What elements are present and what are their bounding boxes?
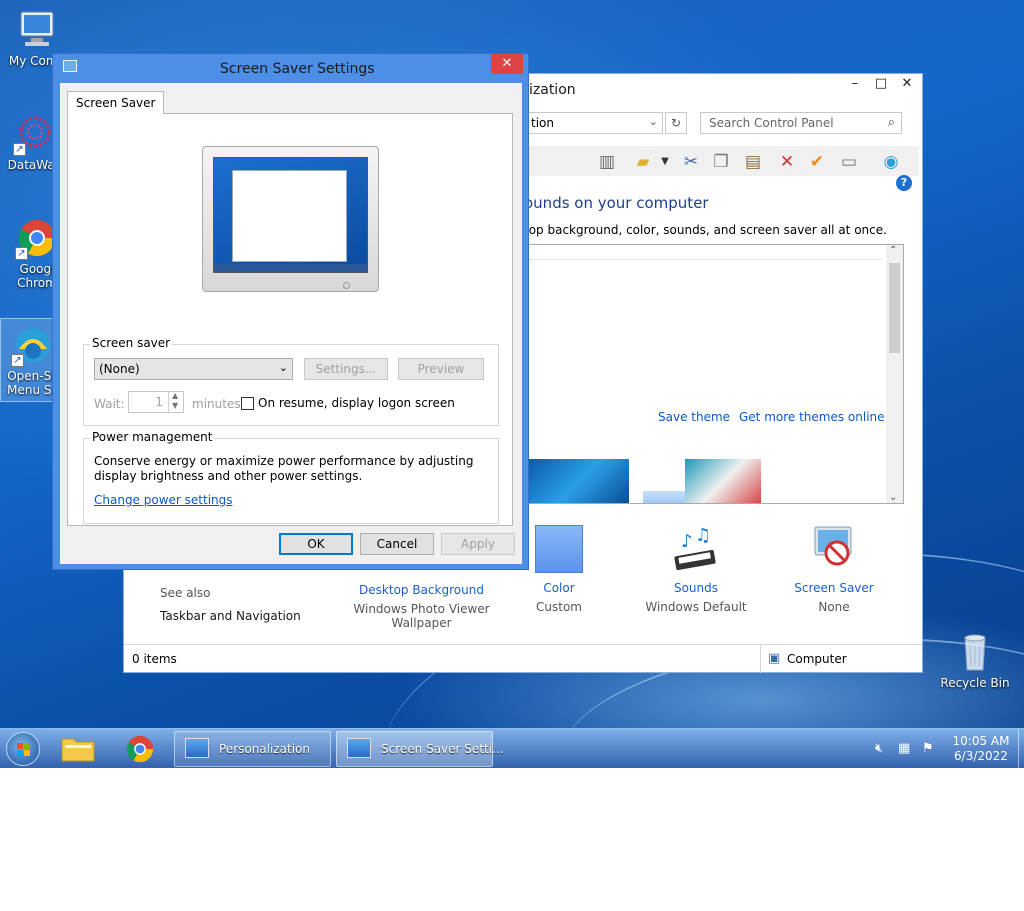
- sounds-icon: ♪ ♫: [674, 525, 716, 571]
- delete-icon[interactable]: ✕: [776, 151, 798, 173]
- computer-icon: [20, 11, 54, 46]
- stepper-down-icon[interactable]: ▼: [172, 401, 178, 410]
- show-desktop-button[interactable]: [1018, 729, 1024, 769]
- save-theme-link[interactable]: Save theme: [658, 410, 730, 424]
- theme-thumbnail[interactable]: [529, 459, 629, 503]
- cut-icon[interactable]: ✂: [680, 151, 702, 173]
- checkmark-icon[interactable]: ✔: [806, 151, 828, 173]
- search-input[interactable]: Search Control Panel: [709, 116, 834, 130]
- copy-icon[interactable]: ❐: [710, 151, 732, 173]
- shortcut-arrow-icon: ↗: [11, 354, 24, 367]
- settings-button[interactable]: Settings...: [304, 358, 388, 380]
- screen-saver-icon: [63, 60, 77, 72]
- page-subheading: top background, color, sounds, and scree…: [524, 223, 887, 237]
- stepper-up-icon[interactable]: ▲: [172, 391, 178, 400]
- taskbar-navigation-link[interactable]: Taskbar and Navigation: [160, 609, 301, 623]
- tab-panel: Screen saver (None) ⌄ Settings... Previe…: [67, 113, 513, 526]
- change-power-settings-link[interactable]: Change power settings: [94, 493, 233, 507]
- maximize-button[interactable]: □: [868, 74, 894, 94]
- address-bar[interactable]: tion ⌄: [524, 112, 663, 134]
- layout-icon[interactable]: ▥: [596, 151, 618, 173]
- cancel-button[interactable]: Cancel: [360, 533, 434, 555]
- shortcut-arrow-icon: ↗: [13, 143, 26, 156]
- refresh-button[interactable]: ↻: [665, 112, 687, 134]
- svg-text:♪: ♪: [681, 531, 693, 552]
- screen-saver-settings-dialog[interactable]: Screen Saver Settings ✕ Screen Saver Scr…: [52, 53, 529, 570]
- item-count: 0 items: [132, 652, 177, 666]
- screen-saver-icon: [347, 738, 371, 758]
- dialog-title: Screen Saver Settings: [220, 61, 375, 77]
- get-more-themes-link[interactable]: Get more themes online: [739, 410, 885, 424]
- minimize-button[interactable]: –: [842, 74, 868, 94]
- color-swatch: [535, 525, 583, 573]
- search-box[interactable]: Search Control Panel ⌕: [700, 112, 902, 134]
- chevron-down-icon[interactable]: ▼: [658, 151, 672, 173]
- chevron-down-icon: ⌄: [278, 361, 288, 374]
- wait-stepper[interactable]: 1 ▲ ▼: [128, 391, 184, 413]
- command-toolbar: ▥ ▰ ▼ ✂ ❐ ▤ ✕ ✔ ▭ ◉: [524, 146, 919, 176]
- scroll-up-icon[interactable]: ⌃: [889, 245, 897, 256]
- dialog-body: Screen Saver Screen saver (None) ⌄ Setti…: [60, 83, 522, 564]
- shell-icon[interactable]: ◉: [880, 151, 902, 173]
- see-also-label: See also: [160, 586, 211, 600]
- power-management-label: Power management: [90, 430, 215, 444]
- action-center-icon[interactable]: ⚑: [922, 741, 934, 756]
- folder-icon: [61, 738, 95, 762]
- tab-screen-saver[interactable]: Screen Saver: [67, 91, 165, 114]
- screen-saver-group-label: Screen saver: [90, 336, 173, 350]
- chevron-down-icon[interactable]: ⌄: [649, 115, 658, 128]
- ok-button[interactable]: OK: [279, 533, 353, 555]
- tile-screen-saver[interactable]: Screen Saver None: [779, 525, 889, 614]
- taskbar-item-screen-saver[interactable]: Screen Saver Setti...: [336, 731, 503, 767]
- taskbar-item-personalization[interactable]: Personalization: [174, 731, 331, 767]
- status-bar: 0 items ▣ Computer: [124, 644, 922, 673]
- clock[interactable]: 10:05 AM 6/3/2022: [946, 734, 1016, 764]
- screen-saver-preview: [202, 146, 379, 292]
- network-icon[interactable]: ▦: [898, 741, 910, 756]
- volume-muted-icon[interactable]: 🔇︎: [875, 741, 883, 756]
- window-title: ization: [529, 82, 576, 98]
- tile-sounds[interactable]: ♪ ♫ Sounds Windows Default: [641, 525, 751, 614]
- dialog-titlebar[interactable]: Screen Saver Settings ✕: [53, 54, 528, 84]
- apply-button[interactable]: Apply: [441, 533, 515, 555]
- scroll-down-icon[interactable]: ⌄: [889, 492, 897, 503]
- screen-saver-group: Screen saver (None) ⌄ Settings... Previe…: [83, 336, 499, 426]
- start-button[interactable]: [6, 732, 40, 766]
- computer-icon: ▣: [768, 651, 781, 666]
- chrome-icon: [126, 735, 154, 763]
- desktop-icon-recycle-bin[interactable]: Recycle Bin: [940, 630, 1010, 690]
- help-icon[interactable]: ?: [896, 175, 912, 191]
- search-icon: ⌕: [887, 115, 895, 130]
- power-description: Conserve energy or maximize power perfor…: [94, 454, 474, 483]
- logon-screen-label[interactable]: On resume, display logon screen: [258, 396, 455, 410]
- power-management-group: Power management Conserve energy or maxi…: [83, 430, 499, 524]
- screen-saver-icon: [814, 526, 852, 566]
- paste-icon[interactable]: ▤: [742, 151, 764, 173]
- taskbar-explorer-button[interactable]: [60, 733, 100, 765]
- folder-icon[interactable]: ▰: [632, 151, 654, 173]
- taskbar-chrome-button[interactable]: [124, 733, 160, 765]
- recycle-bin-icon: [964, 634, 986, 671]
- windows-logo-icon: [17, 743, 30, 756]
- scrollbar[interactable]: ⌃ ⌄: [886, 245, 903, 503]
- screen-saver-select[interactable]: (None) ⌄: [94, 358, 293, 380]
- wait-label: Wait:: [94, 397, 125, 411]
- theme-list[interactable]: Save theme Get more themes online ⌃ ⌄: [524, 244, 904, 504]
- close-button[interactable]: ✕: [894, 74, 920, 94]
- page-heading: ounds on your computer: [524, 194, 709, 212]
- personalization-icon: [185, 738, 209, 758]
- logon-screen-checkbox[interactable]: [241, 397, 254, 410]
- status-location: Computer: [787, 652, 847, 666]
- preview-button[interactable]: Preview: [398, 358, 484, 380]
- close-button[interactable]: ✕: [491, 54, 523, 74]
- taskbar: Personalization Screen Saver Setti... 🔇︎…: [0, 728, 1024, 769]
- theme-thumbnail[interactable]: [685, 459, 761, 503]
- properties-icon[interactable]: ▭: [838, 151, 860, 173]
- minutes-label: minutes: [192, 397, 241, 411]
- shortcut-arrow-icon: ↗: [15, 247, 28, 260]
- refresh-icon: ↻: [670, 116, 682, 130]
- svg-text:♫: ♫: [695, 525, 711, 546]
